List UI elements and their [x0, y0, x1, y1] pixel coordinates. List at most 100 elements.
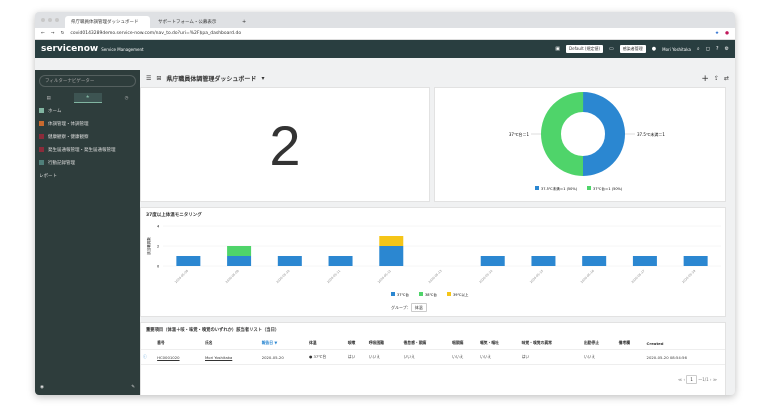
column-header[interactable]: 番号	[155, 337, 203, 350]
address-bar[interactable]: covid0143289demo.service-now.com/nav_to.…	[70, 31, 709, 36]
bar	[227, 256, 252, 266]
bar	[683, 256, 708, 266]
sidebar-item-reports[interactable]: レポート	[35, 169, 140, 182]
table-cell: はい	[345, 349, 367, 365]
chart-title: 37度以上体温モニタリング	[146, 213, 202, 218]
legend-item: 39℃以上	[453, 292, 469, 297]
app-select[interactable]: 感染者管理	[619, 45, 646, 53]
search-icon[interactable]: ⌕	[697, 46, 700, 52]
bar	[582, 256, 607, 266]
share-icon[interactable]: ⇪	[714, 75, 719, 82]
help-icon[interactable]: ?	[716, 46, 719, 52]
bookmark-icon[interactable]: ★	[715, 31, 719, 36]
single-score-widget: 2	[140, 87, 430, 202]
next-page-button[interactable]: ›	[710, 377, 712, 382]
legend-item: 37℃台	[397, 292, 409, 297]
group-selector[interactable]: グループ： 体温	[391, 303, 427, 312]
bar	[227, 246, 252, 256]
table-row[interactable]: ⓘ HC0001020 Mori Yoshitaka 2020-05-20 ● 37℃台…	[141, 349, 725, 365]
prev-page-button[interactable]: ‹	[683, 377, 685, 382]
y-tick-label: 4	[157, 225, 160, 229]
y-tick-label: 0	[157, 265, 159, 269]
column-header[interactable]: 咳嗽	[346, 337, 367, 350]
bar	[379, 246, 404, 266]
logo[interactable]: servicenow Service Management	[41, 44, 144, 54]
add-icon[interactable]: +	[701, 74, 709, 84]
settings-icon[interactable]: ◉	[40, 385, 44, 390]
y-axis-label: 該当職員数	[146, 237, 151, 255]
bar	[632, 256, 657, 266]
favorites-tab[interactable]: ★	[73, 93, 102, 103]
menu-icon[interactable]: ☰	[146, 75, 151, 82]
x-tick-label: 2020-05-15	[529, 269, 544, 284]
all-apps-tab[interactable]: ▤	[46, 96, 50, 101]
list-title: 重要項目（体温＋咳・味覚・嗅覚のいずれか）該当者リスト（当日）	[146, 328, 280, 333]
table-cell: 2020-05-20 08:54:56	[644, 349, 725, 365]
sidebar: フィルターナビゲーター ▤ ★ ◷ ホーム 体調管理・体調管理 健康観察・健康観察 …	[35, 70, 140, 395]
bar-chart: 0 2 4 該当職員数 2020-05-08 2020-05-09 2020-05-10 20…	[146, 225, 721, 297]
history-tab[interactable]: ◷	[125, 96, 129, 101]
dashboard-title[interactable]: 県庁職員体調管理ダッシュボード	[166, 74, 256, 83]
info-icon[interactable]: ⓘ	[141, 349, 156, 365]
gear-icon[interactable]: ⚙	[725, 46, 729, 52]
user-menu[interactable]: Mori Yoshitaka	[662, 47, 691, 52]
table-cell: いいえ	[477, 349, 520, 365]
table-cell: はい	[519, 349, 582, 365]
back-icon[interactable]: ←	[41, 31, 45, 36]
y-tick-label: 2	[157, 245, 159, 249]
pie-label: 37℃台＝1	[509, 131, 530, 137]
x-tick-label: 2020-05-12	[377, 269, 392, 284]
column-header[interactable]: 体温	[307, 337, 346, 350]
column-header[interactable]: 咽頭痛	[450, 337, 478, 350]
table-cell	[616, 349, 645, 365]
table-cell: いいえ	[450, 349, 478, 365]
reload-icon[interactable]: ↻	[61, 31, 65, 36]
sidebar-item-home[interactable]: ホーム	[35, 104, 140, 117]
column-header[interactable]: 味覚・嗅覚の異常	[520, 337, 582, 350]
chevron-down-icon[interactable]: ▾	[261, 75, 264, 82]
bar	[176, 256, 201, 266]
column-header[interactable]: Created	[645, 337, 725, 350]
column-header[interactable]: 嘔気・嘔吐	[478, 337, 520, 350]
table-cell: 2020-05-20	[259, 349, 307, 365]
column-header[interactable]: 呼吸困難	[367, 337, 402, 350]
browser-tab[interactable]: サポートフォーム・公募表示	[152, 16, 237, 28]
first-page-button[interactable]: ≪	[678, 377, 682, 382]
last-page-button[interactable]: ≫	[713, 377, 717, 382]
legend-item: 37℃台＝1 (50%)	[593, 186, 623, 191]
pager: ≪ ‹ 1 ～1/1 › ≫	[678, 375, 717, 384]
sidebar-item[interactable]: 体調管理・体調管理	[35, 117, 140, 130]
table-cell: いいえ	[581, 349, 617, 365]
profile-icon[interactable]: ●	[725, 31, 729, 36]
legend-item: 38℃台	[425, 292, 437, 297]
x-tick-label: 2020-05-17	[630, 269, 645, 284]
edit-icon[interactable]: ✎	[131, 385, 135, 390]
sidebar-item[interactable]: 健康観察・健康観察	[35, 130, 140, 143]
filter-navigator-input[interactable]: フィルターナビゲーター	[39, 75, 136, 87]
table-cell[interactable]: Mori Yoshitaka	[203, 349, 260, 365]
column-header[interactable]: 氏名	[203, 337, 260, 350]
table-cell[interactable]: HC0001020	[155, 349, 203, 365]
column-header[interactable]: 備考欄	[617, 337, 645, 350]
new-tab-icon[interactable]: +	[239, 16, 249, 28]
forward-icon[interactable]: →	[51, 31, 55, 36]
table-cell: いいえ	[401, 349, 451, 365]
x-tick-label: 2020-05-11	[326, 269, 341, 284]
x-tick-label: 2020-05-14	[478, 269, 493, 284]
chat-icon[interactable]: ◻	[706, 46, 710, 52]
sidebar-item[interactable]: 行動記録管理	[35, 156, 140, 169]
sidebar-item[interactable]: 発生届通報管理・発生届通報管理	[35, 143, 140, 156]
grid-icon[interactable]: ⊞	[156, 75, 161, 82]
browser-tab[interactable]: 県庁職員体調管理ダッシュボード	[65, 16, 150, 28]
x-tick-label: 2020-05-18	[681, 269, 696, 284]
column-header[interactable]: 倦怠感・頭痛	[402, 337, 451, 350]
x-tick-label: 2020-05-08	[174, 269, 189, 284]
page-input[interactable]: 1	[686, 375, 697, 384]
domain-select[interactable]: Default (規定値)	[566, 45, 604, 53]
bar	[379, 236, 404, 246]
column-header[interactable]: 報告日 ▼	[260, 337, 307, 350]
domain-icon: ▣	[555, 46, 561, 52]
filter-icon[interactable]: ⇄	[724, 75, 729, 82]
user-avatar[interactable]: ●	[652, 46, 656, 52]
column-header[interactable]: 出勤停止	[582, 337, 617, 350]
